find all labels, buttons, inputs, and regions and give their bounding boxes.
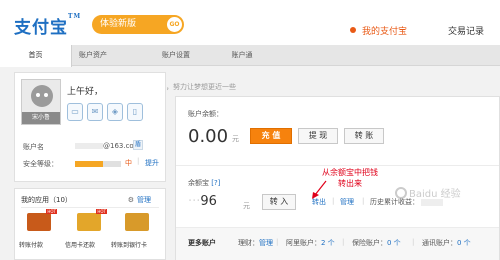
divider: |: [342, 238, 345, 246]
transaction-records-link[interactable]: 交易记录: [448, 24, 484, 37]
app-label-transfer[interactable]: 转账付款: [19, 240, 43, 249]
greeting-text: 上午好，: [67, 87, 104, 97]
profile-panel: 宋小鲁 上午好， ▭ ✉ ◈ ▯ 账户名 @163.com 盾 安全等级： 中 …: [14, 72, 166, 182]
my-apps-title: 我的应用（10）: [21, 196, 72, 204]
more-account-telecom[interactable]: 通讯账户：0 个: [422, 238, 471, 248]
beta-label: 体验新版: [100, 19, 137, 29]
app-label-bank-card[interactable]: 转账到银行卡: [111, 240, 147, 249]
avatar-eye: [44, 93, 48, 97]
mail-icon[interactable]: ✉: [87, 103, 103, 121]
gear-icon: ⚙: [127, 196, 134, 204]
more-account-alibaba[interactable]: 阿里账户：2 个: [286, 238, 335, 248]
apps-manage-link[interactable]: ⚙ 管理: [128, 195, 151, 205]
main-nav: 首页 账户资产 账户设置 账户通: [0, 45, 500, 67]
divider: |: [412, 238, 415, 246]
tab-account-settings[interactable]: 账户设置: [142, 45, 210, 66]
account-tag-badge[interactable]: 盾: [133, 140, 143, 150]
tab-account-assets[interactable]: 账户资产: [72, 45, 114, 66]
tab-home[interactable]: 首页: [0, 45, 72, 67]
security-level-value: 中: [125, 159, 132, 167]
active-dot-icon: [350, 27, 356, 33]
credit-card-repay-icon[interactable]: HOT: [77, 209, 107, 231]
avatar-face-icon: [31, 85, 53, 107]
security-level-fill: [75, 161, 103, 167]
baidu-watermark: Baidu 经验: [395, 185, 461, 200]
id-card-icon[interactable]: ▭: [67, 103, 83, 121]
shield-icon[interactable]: ◈: [107, 103, 123, 121]
my-alipay-link[interactable]: 我的支付宝: [350, 24, 407, 37]
try-new-version-button[interactable]: 体验新版 GO: [92, 15, 184, 34]
divider: |: [137, 157, 140, 165]
divider: |: [276, 238, 279, 246]
tab-account-link[interactable]: 账户通: [212, 45, 272, 66]
avatar-eye: [36, 93, 40, 97]
app-label-credit-card[interactable]: 信用卡还款: [65, 240, 95, 249]
divider: [21, 207, 159, 208]
security-upgrade-link[interactable]: 提升: [145, 158, 159, 168]
more-accounts-title: 更多账户: [188, 239, 216, 247]
more-accounts-row: 更多账户 理财：管理 | 阿里账户：2 个 | 保险账户：0 个 | 通讯账户：…: [176, 227, 499, 260]
more-account-finance[interactable]: 理财：管理: [238, 238, 273, 248]
security-level-bar: [75, 161, 121, 167]
baidu-paw-icon: [395, 187, 407, 199]
transfer-to-bank-card-icon[interactable]: [125, 213, 149, 231]
my-apps-panel: 我的应用（10） ⚙ 管理 HOT 转账付款 HOT 信用卡还款 转账到银行卡: [14, 188, 166, 260]
more-account-insurance[interactable]: 保险账户：0 个: [352, 238, 401, 248]
avatar-name: 宋小鲁: [22, 112, 60, 124]
header-bar: 支付宝TM 体验新版 GO 我的支付宝 交易记录: [0, 0, 500, 45]
account-name-value: @163.com: [75, 142, 141, 150]
alipay-logo[interactable]: 支付宝TM: [14, 13, 81, 38]
phone-icon[interactable]: ▯: [127, 103, 143, 121]
transfer-payment-icon[interactable]: HOT: [27, 209, 57, 231]
balance-panel: 账户余额： 0.00 元 充 值 提 现 转 账 余额宝 [?] ···96 元…: [175, 96, 500, 260]
go-badge: GO: [167, 17, 182, 32]
security-level-label: 安全等级：: [23, 160, 58, 168]
masked-value: [75, 143, 103, 149]
account-name-label: 账户名: [23, 143, 44, 151]
avatar[interactable]: 宋小鲁: [21, 79, 61, 125]
